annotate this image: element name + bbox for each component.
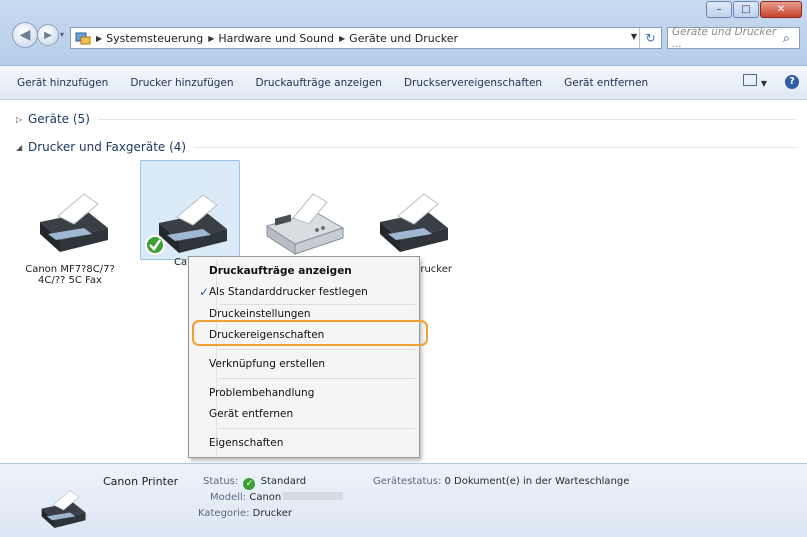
command-bar: Gerät hinzufügen Drucker hinzufügen Druc… — [0, 66, 807, 100]
address-dropdown-icon[interactable]: ▼ — [631, 32, 637, 41]
print-server-properties-button[interactable]: Druckservereigenschaften — [393, 77, 553, 89]
forward-button[interactable]: ▶ — [37, 24, 59, 46]
refresh-icon: ↻ — [645, 31, 656, 45]
context-menu: Druckaufträge anzeigen ✓ Als Standarddru… — [188, 256, 428, 458]
redacted-text — [283, 492, 344, 500]
printer-icon — [22, 182, 118, 260]
arrow-right-icon: ▶ — [44, 29, 52, 41]
menu-item-remove-device[interactable]: Gerät entfernen — [191, 403, 417, 424]
menu-item-create-shortcut[interactable]: Verknüpfung erstellen — [191, 353, 417, 374]
device-canon-printer[interactable]: Canon — [140, 160, 240, 268]
group-printers[interactable]: ◢ Drucker und Faxgeräte (4) — [16, 140, 796, 154]
address-bar[interactable]: ▶ Systemsteuerung ▶ Hardware und Sound ▶… — [70, 27, 662, 49]
device-fax[interactable]: Canon MF7?8C/7?4C/?? 5C Fax — [22, 182, 118, 286]
window-titlebar: – □ ✕ ◀ ▶ ▾ ▶ Systemsteuerung ▶ Hardware… — [0, 0, 807, 66]
expand-chevron-icon[interactable]: ▷ — [16, 115, 28, 124]
menu-separator — [219, 428, 415, 429]
group-divider — [97, 118, 796, 120]
details-device-name: Canon Printer — [103, 475, 179, 488]
arrow-left-icon: ◀ — [19, 27, 31, 43]
recent-pages-dropdown[interactable]: ▾ — [60, 30, 64, 39]
menu-item-troubleshoot[interactable]: Problembehandlung — [191, 382, 417, 403]
printer-icon — [30, 482, 92, 537]
details-model: Modell: Canon — [210, 492, 344, 503]
printer-icon — [141, 183, 237, 261]
search-icon[interactable]: ⌕ — [783, 31, 799, 46]
window-controls: – □ ✕ — [706, 1, 802, 18]
breadcrumb-geraete-und-drucker[interactable]: Geräte und Drucker — [349, 32, 458, 45]
menu-item-view-print-jobs[interactable]: Druckaufträge anzeigen — [191, 260, 417, 281]
breadcrumb-separator-icon[interactable]: ▶ — [208, 34, 214, 43]
add-printer-button[interactable]: Drucker hinzufügen — [119, 77, 244, 89]
checkmark-icon: ✓ — [199, 284, 210, 299]
menu-item-properties[interactable]: Eigenschaften — [191, 432, 417, 453]
printer-icon — [362, 182, 458, 260]
search-input[interactable]: Geräte und Drucker ... — [672, 26, 783, 50]
menu-item-set-default[interactable]: ✓ Als Standarddrucker festlegen — [191, 281, 417, 302]
menu-separator — [219, 378, 415, 379]
details-pane: Canon Printer Status: ✓ Standard Modell:… — [0, 463, 807, 537]
device-label: Canon MF7?8C/7?4C/?? 5C Fax — [25, 264, 115, 286]
back-button[interactable]: ◀ — [12, 22, 38, 48]
menu-separator — [219, 349, 415, 350]
collapse-chevron-icon[interactable]: ◢ — [16, 143, 28, 152]
menu-item-label: Als Standarddrucker festlegen — [209, 285, 368, 298]
add-device-button[interactable]: Gerät hinzufügen — [6, 77, 119, 89]
breadcrumb-hardware-und-sound[interactable]: Hardware und Sound — [218, 32, 334, 45]
fax-icon — [255, 182, 351, 260]
change-view-button[interactable]: ▼ — [743, 74, 767, 89]
control-panel-icon — [75, 31, 91, 45]
breadcrumb-separator-icon[interactable]: ▶ — [96, 34, 102, 43]
view-icon — [743, 74, 758, 86]
help-icon[interactable]: ? — [785, 74, 799, 89]
default-check-icon: ✓ — [243, 478, 256, 490]
maximize-button[interactable]: □ — [733, 1, 759, 18]
highlight-ring — [192, 320, 428, 346]
breadcrumb-systemsteuerung[interactable]: Systemsteuerung — [106, 32, 203, 45]
group-devices[interactable]: ▷ Geräte (5) — [16, 112, 796, 126]
group-divider — [194, 146, 796, 148]
search-box[interactable]: Geräte und Drucker ... ⌕ — [667, 26, 800, 50]
details-device-status: Gerätestatus: 0 Dokument(e) in der Warte… — [373, 476, 630, 487]
details-category: Kategorie: Drucker — [198, 508, 293, 519]
remove-device-button[interactable]: Gerät entfernen — [553, 77, 659, 89]
group-devices-title[interactable]: Geräte (5) — [28, 112, 90, 126]
view-print-jobs-button[interactable]: Druckaufträge anzeigen — [245, 77, 393, 89]
group-printers-title[interactable]: Drucker und Faxgeräte (4) — [28, 140, 186, 154]
details-status: Status: ✓ Standard — [203, 476, 307, 490]
minimize-button[interactable]: – — [706, 1, 732, 18]
breadcrumb-separator-icon[interactable]: ▶ — [339, 34, 345, 43]
refresh-button[interactable]: ↻ — [639, 28, 661, 48]
close-button[interactable]: ✕ — [760, 1, 802, 18]
device-fax-machine[interactable] — [255, 182, 351, 264]
